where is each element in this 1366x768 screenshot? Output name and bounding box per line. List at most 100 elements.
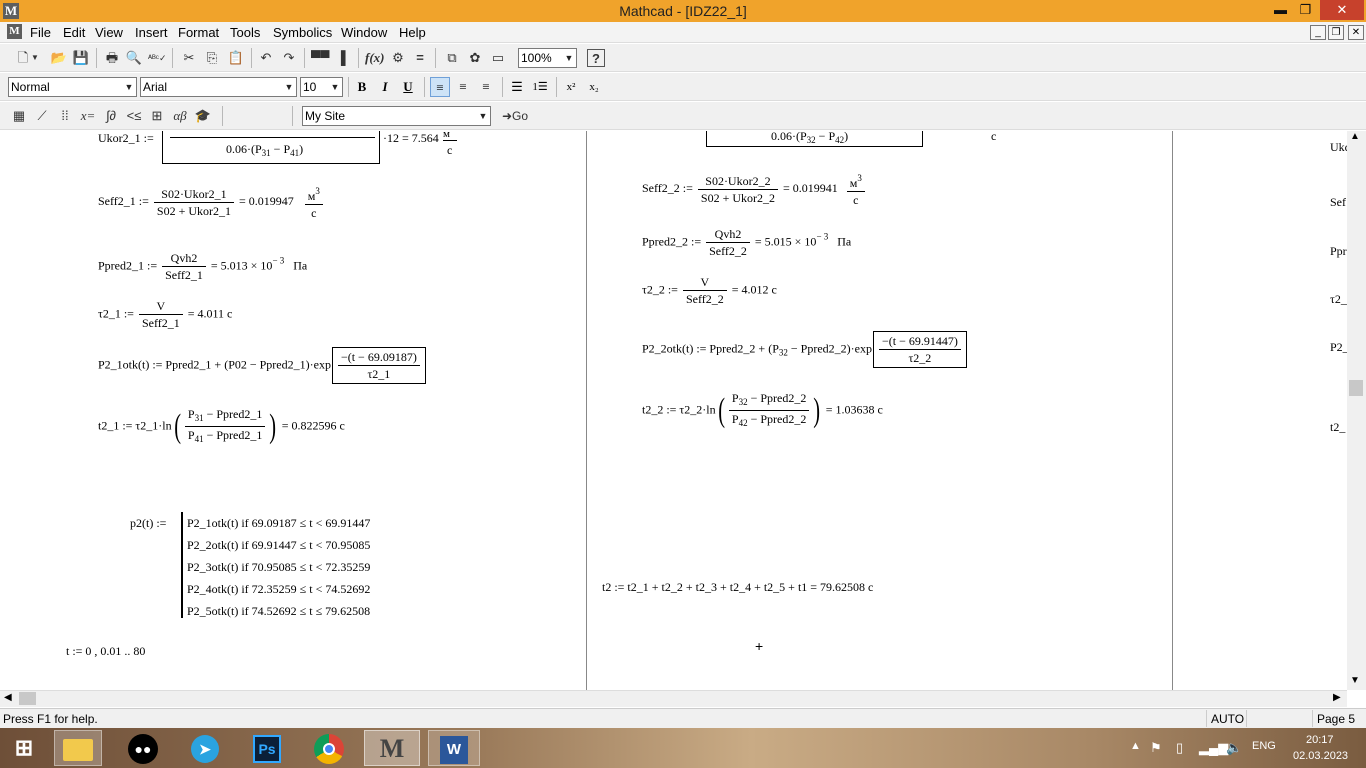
chrome-icon[interactable]: [305, 730, 353, 766]
align-right-icon[interactable]: ≡: [476, 77, 496, 97]
symbolic-toolbar-icon[interactable]: 🎓: [194, 107, 212, 125]
help-icon[interactable]: ?: [587, 49, 605, 67]
scroll-down-icon[interactable]: ▼: [1350, 675, 1360, 686]
zoom-select[interactable]: 100% ▼: [518, 48, 577, 68]
component-icon[interactable]: ✿: [466, 49, 484, 67]
ppred2-1-region[interactable]: Ppred2_1 := Qvh2 Seff2_1 = 5.013 × 10− 3 …: [98, 251, 307, 282]
menu-tools[interactable]: Tools: [230, 25, 260, 40]
save-icon[interactable]: 💾: [72, 49, 90, 67]
tripadvisor-icon[interactable]: ●●: [119, 730, 167, 766]
scroll-up-icon[interactable]: ▲: [1350, 131, 1360, 142]
calculator-toolbar-icon[interactable]: ▦: [10, 107, 28, 125]
align-across-icon[interactable]: ▀▀: [311, 49, 329, 67]
site-select[interactable]: My Site ▼: [302, 106, 491, 126]
t-range-region[interactable]: t := 0 , 0.01 .. 80: [66, 644, 145, 658]
menu-view[interactable]: View: [95, 25, 123, 40]
worksheet[interactable]: Ukor2_1 := 0.06·(P31 − P41) ·12 = 7.564 …: [0, 131, 1366, 690]
t2-sum-region[interactable]: t2 := t2_1 + t2_2 + t2_3 + t2_4 + t2_5 +…: [602, 580, 873, 594]
font-size-select[interactable]: 10 ▼: [300, 77, 343, 97]
preview-icon[interactable]: 🔍: [125, 49, 143, 67]
new-dropdown-icon[interactable]: ▼: [30, 49, 40, 67]
piecewise-row[interactable]: P2_3otk(t) if 70.95085 ≤ t < 72.35259: [187, 560, 370, 575]
language-indicator[interactable]: ENG: [1252, 740, 1276, 752]
menu-symbolics[interactable]: Symbolics: [273, 25, 332, 40]
menu-insert[interactable]: Insert: [135, 25, 168, 40]
scroll-right-icon[interactable]: ▶: [1333, 692, 1341, 703]
horizontal-scrollbar[interactable]: ◀ ▶: [0, 690, 1347, 707]
tau2-1-region[interactable]: τ2_1 := V Seff2_1 = 4.011 с: [98, 299, 232, 330]
matrix-toolbar-icon[interactable]: ⁞⁞: [56, 107, 74, 125]
spellcheck-icon[interactable]: ᴬᴮᶜ✓: [148, 49, 167, 67]
subscript-icon[interactable]: x₂: [584, 77, 604, 97]
undo-icon[interactable]: ↶: [257, 49, 275, 67]
bold-button[interactable]: B: [352, 77, 372, 97]
scroll-thumb[interactable]: [1349, 380, 1363, 396]
word-icon[interactable]: W: [428, 730, 480, 766]
mathcad-icon[interactable]: M: [364, 730, 420, 766]
photoshop-icon[interactable]: Ps: [243, 730, 291, 766]
piecewise-row[interactable]: P2_1otk(t) if 69.09187 ≤ t < 69.91447: [187, 516, 370, 531]
print-icon[interactable]: 🖶: [103, 49, 121, 67]
insert-region-icon[interactable]: ▭: [489, 49, 507, 67]
piecewise-row[interactable]: P2_5otk(t) if 74.52692 ≤ t ≤ 79.62508: [187, 604, 370, 619]
menu-window[interactable]: Window: [341, 25, 387, 40]
bullets-icon[interactable]: ☰: [507, 77, 527, 97]
tau2-2-region[interactable]: τ2_2 := V Seff2_2 = 4.012 с: [642, 275, 777, 306]
greek-toolbar-icon[interactable]: αβ: [171, 107, 189, 125]
redo-icon[interactable]: ↷: [280, 49, 298, 67]
t2-2-region[interactable]: t2_2 := τ2_2·ln(P32 − Ppred2_2 P42 − Ppre…: [642, 391, 883, 430]
copy-icon[interactable]: ⎘: [203, 49, 221, 67]
align-down-icon[interactable]: ▐: [332, 49, 350, 67]
underline-button[interactable]: U: [398, 77, 418, 97]
device-icon[interactable]: ▯: [1176, 740, 1183, 756]
style-select[interactable]: Normal ▼: [8, 77, 137, 97]
clock-time[interactable]: 20:17: [1306, 734, 1334, 746]
align-left-icon[interactable]: ≡: [430, 77, 450, 97]
align-center-icon[interactable]: ≡: [453, 77, 473, 97]
programming-toolbar-icon[interactable]: ⊞: [148, 107, 166, 125]
telegram-icon[interactable]: ➤: [181, 730, 229, 766]
superscript-icon[interactable]: x²: [561, 77, 581, 97]
close-button[interactable]: ✕: [1320, 0, 1364, 20]
menu-format[interactable]: Format: [178, 25, 219, 40]
paste-icon[interactable]: 📋: [227, 49, 245, 67]
windows-start-icon[interactable]: ⊞: [0, 730, 48, 766]
t2-1-region[interactable]: t2_1 := τ2_1·ln(P31 − Ppred2_1 P41 − Ppre…: [98, 407, 345, 446]
calc-mode[interactable]: AUTO: [1206, 710, 1246, 727]
piecewise-row[interactable]: P2_2otk(t) if 69.91447 ≤ t < 70.95085: [187, 538, 370, 553]
menu-help[interactable]: Help: [399, 25, 426, 40]
show-hidden-icons[interactable]: ▲: [1130, 740, 1141, 752]
menu-file[interactable]: File: [30, 25, 51, 40]
seff2-2-region[interactable]: Seff2_2 := S02·Ukor2_2 S02 + Ukor2_2 = 0.…: [642, 171, 867, 207]
italic-button[interactable]: I: [375, 77, 395, 97]
menu-edit[interactable]: Edit: [63, 25, 85, 40]
calculate-icon[interactable]: =: [411, 49, 429, 67]
action-center-icon[interactable]: ⚑: [1150, 740, 1162, 756]
mdi-minimize-button[interactable]: _: [1310, 25, 1326, 40]
seff2-1-region[interactable]: Seff2_1 := S02·Ukor2_1 S02 + Ukor2_1 = 0.…: [98, 184, 325, 220]
scroll-left-icon[interactable]: ◀: [4, 692, 12, 703]
boolean-toolbar-icon[interactable]: <≤: [125, 107, 143, 125]
insert-function-icon[interactable]: f(x): [365, 49, 385, 67]
ukor2-1-region[interactable]: Ukor2_1 :=: [98, 131, 154, 145]
mdi-close-button[interactable]: ✕: [1348, 25, 1364, 40]
numbering-icon[interactable]: 1☰: [530, 77, 550, 97]
file-explorer-icon[interactable]: [54, 730, 102, 766]
maximize-button[interactable]: ❐: [1292, 0, 1319, 20]
vertical-scrollbar[interactable]: ▲ ▼: [1347, 131, 1366, 690]
cut-icon[interactable]: ✂: [180, 49, 198, 67]
piecewise-row[interactable]: P2_4otk(t) if 72.35259 ≤ t < 74.52692: [187, 582, 370, 597]
go-button[interactable]: ➜Go: [498, 107, 532, 125]
font-select[interactable]: Arial ▼: [140, 77, 297, 97]
volume-icon[interactable]: 🔈: [1226, 740, 1242, 756]
mdi-restore-button[interactable]: ❐: [1328, 25, 1344, 40]
p2-1otk-region[interactable]: P2_1otk(t) := Ppred2_1 + (P02 − Ppred2_1…: [98, 347, 426, 384]
p2-2otk-region[interactable]: P2_2otk(t) := Ppred2_2 + (P32 − Ppred2_2…: [642, 331, 967, 368]
document-icon[interactable]: M: [7, 24, 22, 39]
minimize-button[interactable]: ▬: [1267, 0, 1294, 20]
resources-icon[interactable]: ⧉: [443, 49, 461, 67]
evaluation-toolbar-icon[interactable]: x=: [79, 107, 97, 125]
network-icon[interactable]: ▂▄▆: [1199, 740, 1228, 756]
insert-unit-icon[interactable]: ⚙: [389, 49, 407, 67]
scroll-thumb[interactable]: [19, 692, 36, 705]
